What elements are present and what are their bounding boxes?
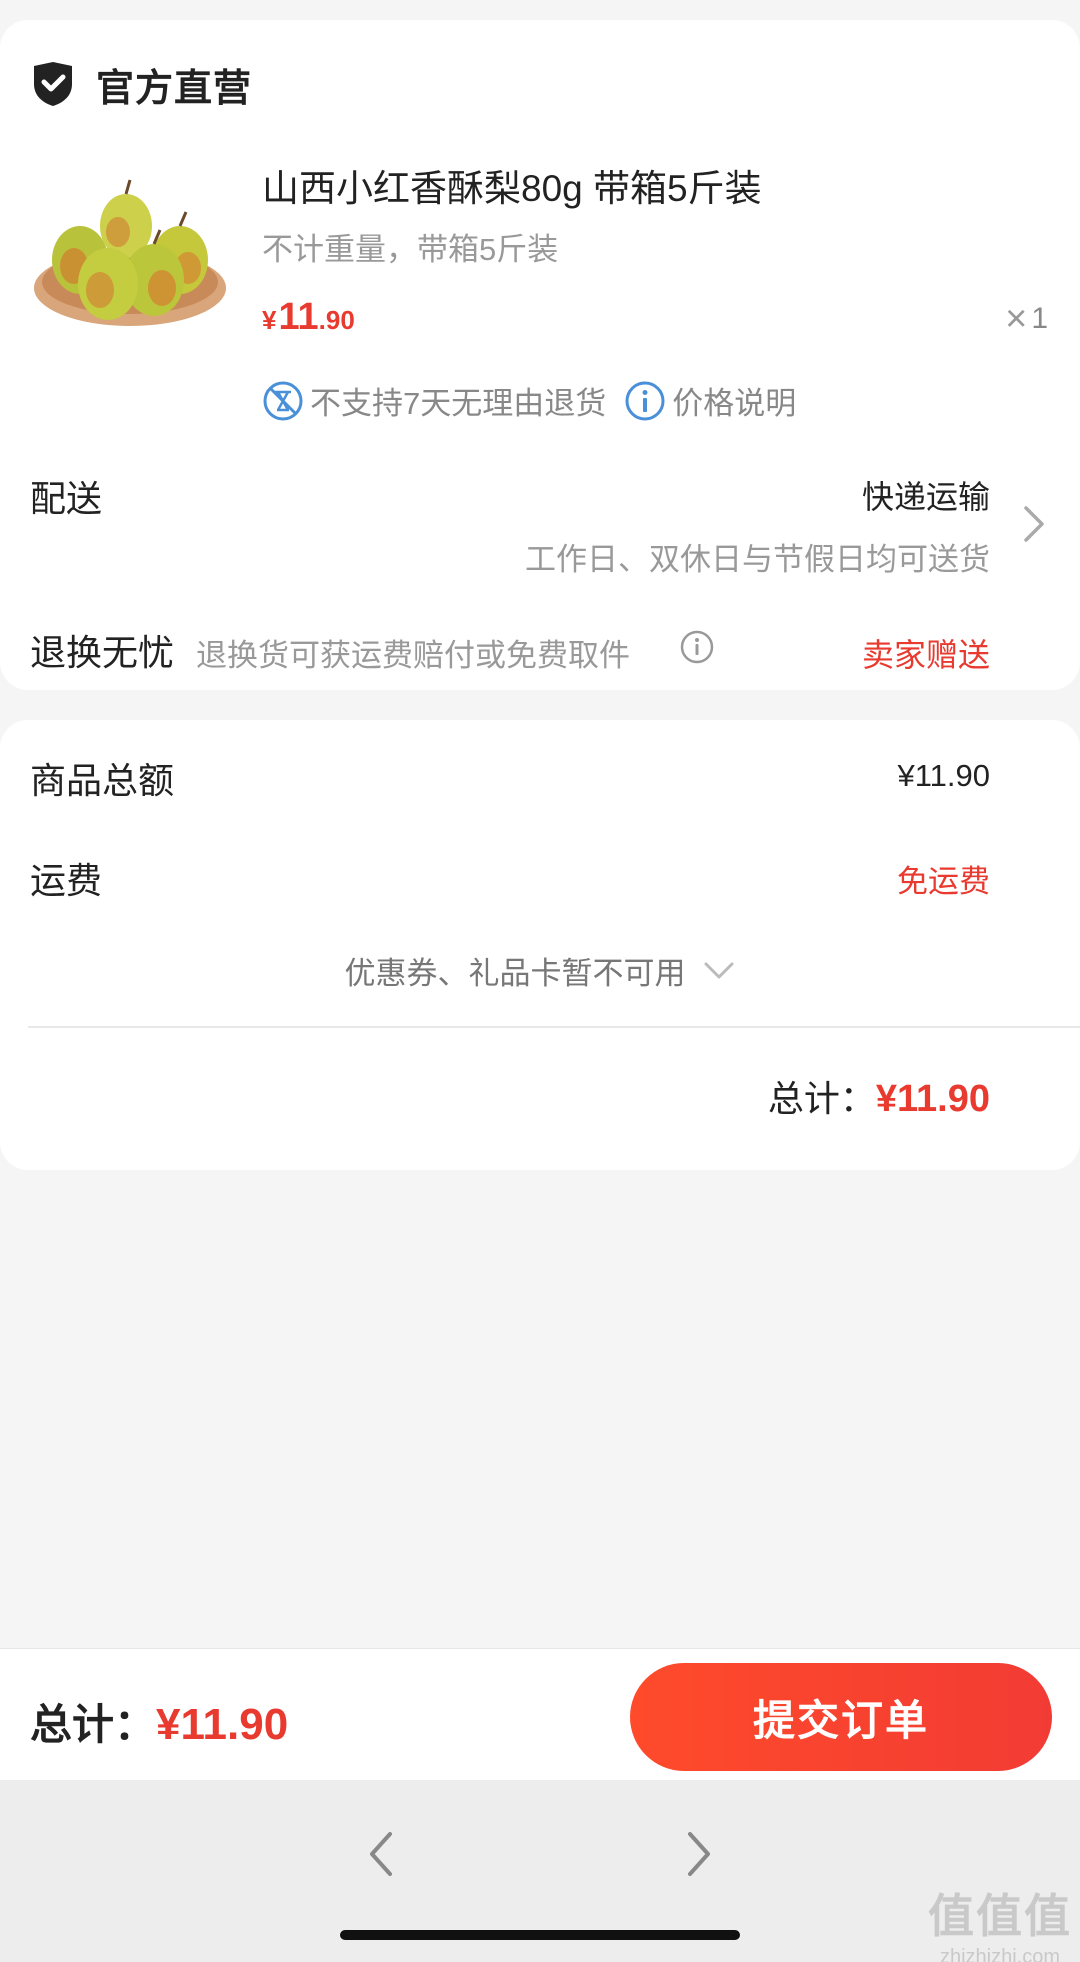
summary-total-value: ¥11.90 xyxy=(875,1078,990,1120)
info-icon xyxy=(625,381,665,420)
goods-total-value: ¥11.90 xyxy=(897,758,990,793)
watermark-logo: 值值值 xyxy=(928,1890,1072,1942)
watermark-url: zhizhizhi.com xyxy=(939,1946,1061,1962)
store-header[interactable]: 官方直营 xyxy=(30,52,252,116)
price-decimal: .90 xyxy=(318,305,355,335)
bottom-total-value: ¥11.90 xyxy=(156,1700,289,1749)
divider xyxy=(28,1026,1080,1028)
product-spec: 不计重量，带箱5斤装 xyxy=(262,232,559,267)
delivery-schedule[interactable]: 工作日、双休日与节假日均可送货 xyxy=(525,534,990,579)
product-tags: 不支持7天无理由退货 价格说明 xyxy=(262,378,814,423)
summary-total-label: 总计： xyxy=(767,1078,876,1119)
delivery-label: 配送 xyxy=(30,478,103,519)
watermark: 值值值 zhizhizhi.com xyxy=(928,1880,1072,1962)
bottom-action-bar: 总计： ¥11.90 提交订单 xyxy=(0,1648,1080,1780)
tag-no-return[interactable]: 不支持7天无理由退货 xyxy=(262,378,606,423)
tag-label: 不支持7天无理由退货 xyxy=(310,386,607,421)
product-quantity: × 1 xyxy=(1005,300,1048,338)
summary-total: 总计： ¥11.90 xyxy=(768,1070,990,1122)
coupon-text: 优惠券、礼品卡暂不可用 xyxy=(344,956,686,991)
coupon-row[interactable]: 优惠券、礼品卡暂不可用 xyxy=(0,948,1080,993)
delivery-method[interactable]: 快递运输 xyxy=(862,472,990,518)
back-arrow-icon[interactable] xyxy=(360,1824,400,1884)
returns-value: 卖家赠送 xyxy=(861,637,990,673)
tag-price-info[interactable]: 价格说明 xyxy=(624,378,796,423)
bottom-total-label: 总计： xyxy=(30,1701,157,1748)
product-image[interactable] xyxy=(30,160,230,340)
forward-arrow-icon[interactable] xyxy=(680,1824,720,1884)
shipping-value: 免运费 xyxy=(897,864,990,899)
order-item-card: 官方直营 山西小红香酥梨80g 带箱5斤装 不计重量，带箱5斤装 ¥ 11 .9… xyxy=(0,20,1080,690)
system-nav-bar: 值值值 zhizhizhi.com xyxy=(0,1780,1080,1962)
store-name: 官方直营 xyxy=(96,67,253,110)
product-price: ¥ 11 .90 xyxy=(262,296,355,339)
shipping-label: 运费 xyxy=(30,860,103,901)
price-currency: ¥ xyxy=(262,305,277,335)
bottom-total: 总计： ¥11.90 xyxy=(30,1691,288,1752)
chevron-down-icon xyxy=(704,962,733,978)
info-icon[interactable] xyxy=(680,630,714,664)
goods-total-label: 商品总额 xyxy=(30,760,175,801)
returns-label: 退换无忧 xyxy=(30,632,175,673)
submit-order-button[interactable]: 提交订单 xyxy=(630,1663,1052,1771)
shield-check-icon xyxy=(34,62,72,106)
price-integer: 11 xyxy=(278,296,319,338)
no-return-icon xyxy=(263,381,303,420)
chevron-right-icon[interactable] xyxy=(1022,504,1046,544)
multiply-icon: × xyxy=(1005,298,1028,340)
quantity-value: 1 xyxy=(1031,302,1048,335)
product-title[interactable]: 山西小红香酥梨80g 带箱5斤装 xyxy=(262,158,762,212)
tag-label: 价格说明 xyxy=(672,386,797,421)
returns-description: 退换货可获运费赔付或免费取件 xyxy=(196,638,630,673)
home-indicator[interactable] xyxy=(340,1930,740,1940)
